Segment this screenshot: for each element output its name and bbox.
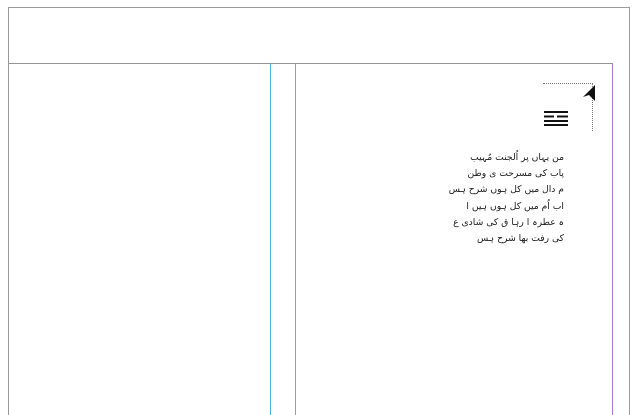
- arrow-cursor-icon: [583, 85, 595, 101]
- text-frame-handle[interactable]: [543, 83, 595, 133]
- text-line: کی رفت بھا شرح ہس: [477, 232, 564, 244]
- text-frame-content: من یہاں پر اُلجنت مُہیب پاب کی مسرحت ی و…: [414, 140, 564, 247]
- text-line: م دال میں کل ہوں شرح ہس: [448, 184, 564, 196]
- page-top-margin-guide: [9, 63, 612, 64]
- text-line: پاب کی مسرحت ی وطن: [467, 168, 564, 180]
- justify-all-lines-icon[interactable]: [544, 111, 568, 126]
- text-frame[interactable]: من یہاں پر اُلجنت مُہیب پاب کی مسرحت ی و…: [414, 140, 564, 280]
- column-guide-left: [270, 64, 271, 415]
- text-line: اب اُم میں کل ہوں ہیں ا: [466, 200, 564, 212]
- page-right-margin-guide: [612, 63, 613, 415]
- column-guide-right: [295, 64, 296, 415]
- text-line: ہ عطرہ ا رہا ق کی شادی ع: [453, 216, 564, 228]
- text-line: من یہاں پر اُلجنت مُہیب: [470, 152, 564, 163]
